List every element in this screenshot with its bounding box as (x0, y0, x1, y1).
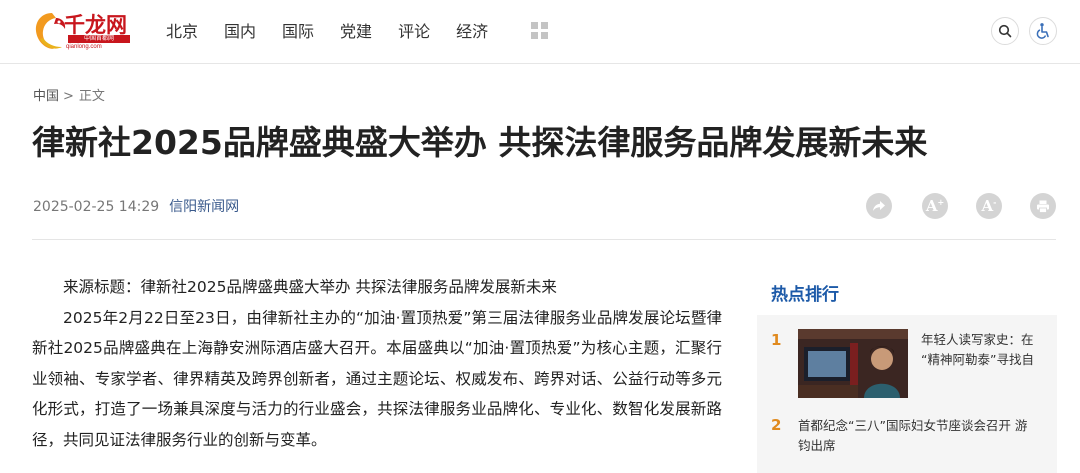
article-source[interactable]: 信阳新闻网 (169, 199, 239, 215)
nav-item-international[interactable]: 国际 (282, 20, 314, 44)
hot-item-2-line1: 首都纪念“三八”国际妇女节座谈会召开 游 (798, 418, 1028, 433)
breadcrumb-home[interactable]: 中国 (33, 89, 59, 104)
font-larger-button[interactable]: A+ (922, 193, 948, 219)
search-icon (998, 24, 1012, 38)
font-larger-icon: A+ (925, 197, 945, 215)
font-smaller-button[interactable]: A- (976, 193, 1002, 219)
search-button[interactable] (991, 17, 1019, 45)
nav-item-party[interactable]: 党建 (340, 20, 372, 44)
print-icon (1037, 200, 1049, 213)
dragon-logo-icon (35, 13, 66, 49)
hot-item-1-title[interactable]: 年轻人读写家史：在 “精神阿勒泰”寻找自 (921, 330, 1034, 370)
hot-item-1-thumbnail[interactable] (798, 329, 908, 398)
article-title: 律新社2025品牌盛典盛大举办 共探法律服务品牌发展新未来 (32, 123, 928, 162)
news-thumbnail-image (798, 329, 908, 398)
nav-item-domestic[interactable]: 国内 (224, 20, 256, 44)
breadcrumb-separator: > (63, 89, 74, 104)
nav-item-opinion[interactable]: 评论 (398, 20, 430, 44)
hot-item-1-line1: 年轻人读写家史：在 (921, 332, 1034, 347)
logo-url: qianlong.com (66, 44, 102, 50)
share-icon (873, 201, 885, 211)
share-button[interactable] (866, 193, 892, 219)
font-smaller-icon: A- (981, 197, 997, 215)
hot-item-2-title[interactable]: 首都纪念“三八”国际妇女节座谈会召开 游 钧出席 (798, 416, 1027, 456)
site-header: 千龙网 中国首都网 qianlong.com 北京 国内 国际 党建 评论 经济 (0, 0, 1080, 64)
article-meta: 2025-02-25 14:29 信阳新闻网 (33, 196, 239, 216)
print-button[interactable] (1030, 193, 1056, 219)
publish-date: 2025-02-25 14:29 (33, 199, 160, 215)
main-nav: 北京 国内 国际 党建 评论 经济 (166, 20, 514, 44)
hot-item-1-line2: “精神阿勒泰”寻找自 (921, 352, 1034, 367)
breadcrumb: 中国 > 正文 (33, 85, 105, 104)
hot-item-2-line2: 钧出席 (798, 438, 836, 453)
article-body: 来源标题：律新社2025品牌盛典盛大举办 共探法律服务品牌发展新未来 2025年… (32, 272, 722, 455)
accessibility-button[interactable] (1029, 17, 1057, 45)
wheelchair-icon (1036, 23, 1049, 39)
grid-icon[interactable] (531, 22, 549, 40)
nav-item-beijing[interactable]: 北京 (166, 20, 198, 44)
logo-tagline: 中国首都网 (68, 35, 130, 43)
nav-item-economy[interactable]: 经济 (456, 20, 488, 44)
hot-rank-1: 1 (771, 331, 782, 349)
hot-rank-2: 2 (771, 416, 782, 434)
site-logo[interactable]: 千龙网 中国首都网 qianlong.com (32, 9, 136, 55)
divider (32, 239, 1056, 240)
article-paragraph: 来源标题：律新社2025品牌盛典盛大举办 共探法律服务品牌发展新未来 (63, 278, 557, 296)
breadcrumb-current: 正文 (78, 89, 105, 104)
hot-ranking-title: 热点排行 (771, 285, 839, 305)
article-paragraph: 2025年2月22日至23日，由律新社主办的“加油·置顶热爱”第三届法律服务业品… (32, 308, 722, 449)
